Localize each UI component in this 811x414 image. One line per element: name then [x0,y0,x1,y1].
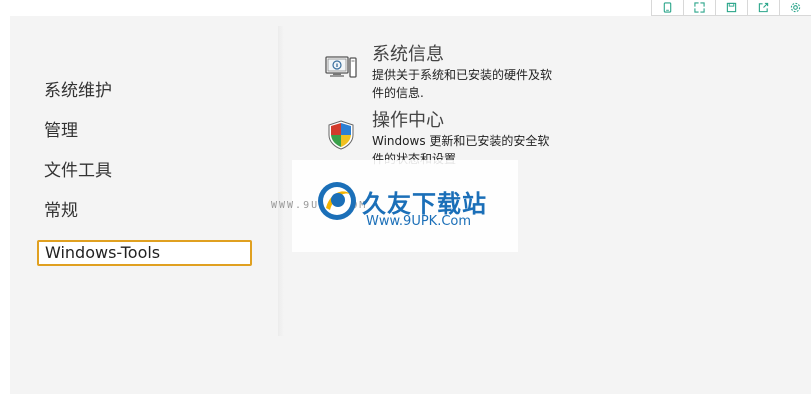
export-icon [758,2,769,13]
sidebar-item-file-tools[interactable]: 文件工具 [44,160,112,182]
entry-title: 系统信息 [372,44,444,65]
sidebar-item-system-maintenance[interactable]: 系统维护 [44,80,112,102]
watermark-logo-icon [318,182,356,220]
expand-icon [694,2,705,13]
settings-icon [790,2,801,13]
sidebar-item-manage[interactable]: 管理 [44,120,78,142]
settings-button[interactable] [779,0,811,16]
entry-title: 操作中心 [372,110,444,131]
tablet-icon [663,2,672,13]
tablet-button[interactable] [651,0,683,16]
top-toolbar [651,0,811,16]
sidebar: 系统维护 管理 文件工具 常规 Windows-Tools [10,16,278,336]
save-icon [726,2,737,13]
entry-description: 提供关于系统和已安装的硬件及软件的信息. [372,68,553,100]
sidebar-item-general[interactable]: 常规 [44,200,78,222]
save-button[interactable] [715,0,747,16]
computer-info-icon [325,56,357,78]
export-button[interactable] [747,0,779,16]
sidebar-item-windows-tools[interactable]: Windows-Tools [37,240,252,266]
sidebar-divider [278,26,284,336]
expand-button[interactable] [683,0,715,16]
watermark-url: Www.9UPK.Com [366,214,472,229]
security-shield-icon [328,120,354,150]
entry-text: 系统信息 提供关于系统和已安装的硬件及软件的信息. [372,44,552,102]
app-root: 系统维护 管理 文件工具 常规 Windows-Tools 系统信息 提供关于系… [0,0,811,414]
entry-system-info[interactable]: 系统信息 提供关于系统和已安装的硬件及软件的信息. [324,44,552,102]
